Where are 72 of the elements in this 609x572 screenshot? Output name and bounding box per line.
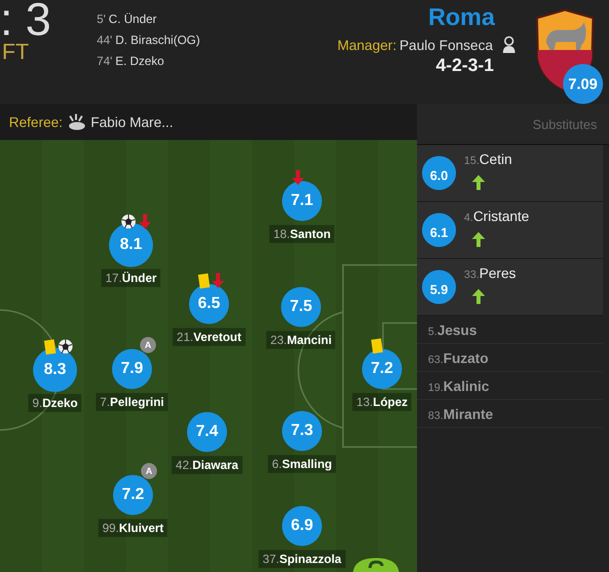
team-rating: 7.09: [562, 64, 603, 104]
bench-row[interactable]: 83.Mirante: [417, 400, 603, 428]
player-name: Cetin: [479, 151, 512, 167]
goal-scorer: C. Ünder: [108, 11, 157, 27]
person-icon: [502, 36, 516, 54]
player-name: Peres: [479, 265, 516, 281]
help-icon[interactable]: [353, 558, 399, 572]
player-name: Jesus: [437, 322, 477, 338]
up-arrow-icon: [472, 232, 485, 247]
player-name: Dzeko: [42, 396, 78, 410]
manager-name: Paulo Fonseca: [399, 37, 493, 53]
shirt-number: 9.: [32, 396, 42, 410]
shirt-number: 6.: [272, 457, 282, 471]
referee-label: Referee:: [9, 114, 63, 130]
goal-scorer: E. Dzeko: [115, 53, 164, 69]
player-name: Pellegrini: [110, 395, 164, 409]
player-name: Spinazzola: [279, 552, 342, 566]
player-name: Veretout: [193, 330, 242, 344]
goal-minute: 5': [96, 11, 106, 27]
player-name: Smalling: [282, 457, 332, 471]
shirt-number: 4.: [464, 212, 474, 224]
substitute-row[interactable]: 5.9 33.Peres: [417, 259, 603, 316]
shirt-number: 42.: [176, 458, 192, 472]
player-badge: A: [141, 463, 157, 479]
player-rating[interactable]: 7.4: [187, 412, 227, 452]
player-name: Ünder: [122, 271, 157, 285]
goal-minute: 44': [96, 32, 112, 48]
bench-row[interactable]: 19.Kalinic: [417, 372, 603, 400]
player-name: Mancini: [287, 333, 332, 347]
player-name: Kluivert: [119, 521, 164, 535]
substitute-row[interactable]: 6.1 4.Cristante: [417, 202, 603, 259]
manager-label: Manager:: [337, 37, 396, 53]
player-badge: A: [140, 337, 156, 353]
shirt-number: 99.: [102, 521, 119, 535]
player-rating: 6.0: [422, 156, 456, 190]
shirt-number: 18.: [273, 227, 290, 241]
whistle-icon: [68, 114, 86, 130]
shirt-number: 37.: [262, 552, 280, 566]
up-arrow-icon: [472, 175, 485, 190]
shirt-number: 21.: [176, 330, 194, 344]
shirt-number: 13.: [356, 395, 373, 409]
player-name: López: [373, 395, 408, 409]
player-name: Cristante: [473, 208, 530, 224]
player-rating: 5.9: [422, 270, 456, 304]
substitute-row[interactable]: 6.0 15.Cetin: [417, 145, 603, 202]
shirt-number: 19.: [428, 382, 444, 394]
bench-row[interactable]: 63.Fuzato: [417, 344, 603, 372]
player-rating: 6.1: [422, 213, 456, 247]
shirt-number: 63.: [428, 354, 444, 366]
shirt-number: 23.: [270, 333, 287, 347]
referee-name: Fabio Mare...: [90, 114, 174, 130]
player-name: Kalinic: [443, 378, 490, 394]
team-name: Roma: [428, 4, 495, 32]
shirt-number: 15.: [464, 155, 480, 167]
match-status: FT: [2, 44, 30, 60]
shirt-number: 17.: [105, 271, 122, 285]
shirt-number: 5.: [428, 326, 438, 338]
player-name: Mirante: [443, 406, 494, 422]
bench-row[interactable]: 5.Jesus: [417, 316, 603, 344]
goal-minute: 74': [96, 53, 112, 69]
player-name: Santon: [290, 227, 331, 241]
player-name: Fuzato: [443, 350, 488, 366]
substitutes-title: Substitutes: [532, 116, 597, 132]
shirt-number: 33.: [464, 269, 480, 281]
goal-scorer: D. Biraschi(OG): [115, 32, 200, 48]
player-name: Diawara: [192, 458, 238, 472]
player-rating[interactable]: 6.9: [282, 506, 322, 546]
score: : 3: [0, 0, 52, 44]
shirt-number: 7.: [100, 395, 110, 409]
up-arrow-icon: [472, 289, 485, 304]
shirt-number: 83.: [428, 410, 444, 422]
formation: 4-2-3-1: [436, 55, 494, 76]
